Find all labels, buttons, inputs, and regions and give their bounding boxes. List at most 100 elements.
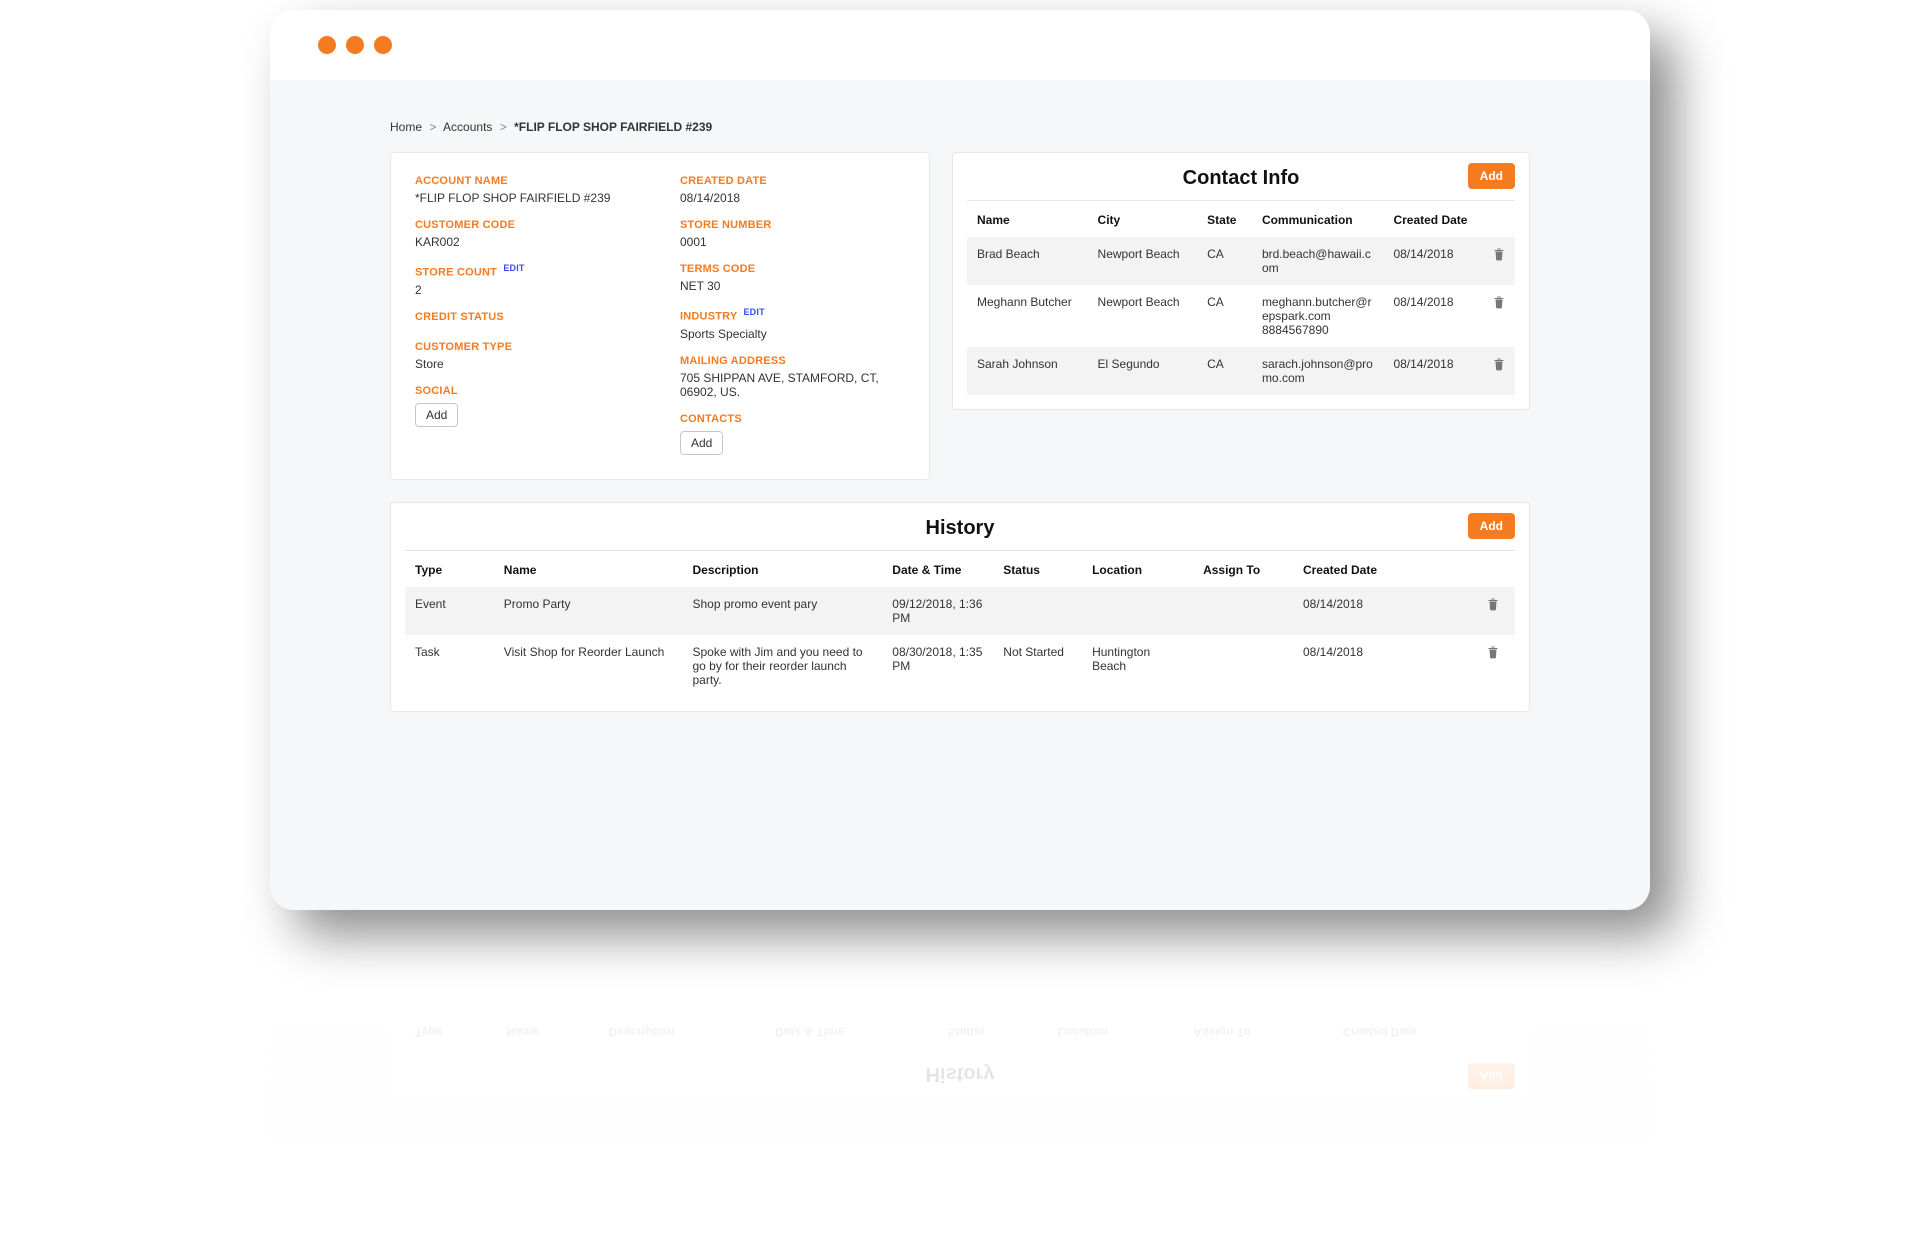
label: ACCOUNT NAME — [415, 175, 640, 187]
field-terms-code: TERMS CODE NET 30 — [680, 263, 905, 293]
col-city: City — [1088, 201, 1198, 237]
cell-created: 08/14/2018 — [1383, 347, 1482, 395]
add-contact-button[interactable]: Add — [1468, 163, 1515, 189]
col-type: Type — [405, 551, 494, 587]
field-industry: INDUSTRY EDIT Sports Specialty — [680, 307, 905, 341]
col-assign-to: Assign To — [1193, 551, 1293, 587]
add-social-button[interactable]: Add — [415, 403, 458, 427]
app-screen: Home > Accounts > *FLIP FLOP SHOP FAIRFI… — [270, 80, 1650, 910]
delete-row-button[interactable] — [1471, 635, 1515, 697]
table-row: Task Visit Shop for Reorder Launch Spoke… — [405, 635, 1515, 697]
label: CREATED DATE — [680, 175, 905, 187]
window-dot-icon — [374, 36, 392, 54]
breadcrumb-home[interactable]: Home — [390, 120, 422, 134]
label: STORE COUNT EDIT — [415, 263, 640, 279]
field-account-name: ACCOUNT NAME *FLIP FLOP SHOP FAIRFIELD #… — [415, 175, 640, 205]
contact-info-card: Contact Info Add Name City State Communi… — [952, 152, 1530, 410]
col-name: Name — [967, 201, 1088, 237]
value: Sports Specialty — [680, 327, 905, 341]
cell-created: 08/14/2018 — [1293, 587, 1471, 635]
cell-assign — [1193, 635, 1293, 697]
field-customer-type: CUSTOMER TYPE Store — [415, 341, 640, 371]
trash-icon — [1487, 645, 1499, 659]
window-dot-icon — [318, 36, 336, 54]
reflection-decoration: History Add TypeNameDescriptionDate & Ti… — [270, 910, 1650, 1210]
cell-created: 08/14/2018 — [1383, 237, 1482, 285]
browser-frame: Home > Accounts > *FLIP FLOP SHOP FAIRFI… — [270, 10, 1650, 910]
cell-datetime: 08/30/2018, 1:35 PM — [882, 635, 993, 697]
chevron-right-icon: > — [500, 120, 507, 134]
edit-link[interactable]: EDIT — [743, 307, 764, 317]
cell-created: 08/14/2018 — [1293, 635, 1471, 697]
col-description: Description — [682, 551, 882, 587]
label: MAILING ADDRESS — [680, 355, 905, 367]
delete-row-button[interactable] — [1482, 285, 1515, 347]
cell-type: Event — [405, 587, 494, 635]
col-location: Location — [1082, 551, 1193, 587]
cell-state: CA — [1197, 347, 1252, 395]
cell-desc: Shop promo event pary — [682, 587, 882, 635]
col-status: Status — [993, 551, 1082, 587]
cell-name: Meghann Butcher — [967, 285, 1088, 347]
cell-city: Newport Beach — [1088, 237, 1198, 285]
history-card: History Add Type Name Description Date &… — [390, 502, 1530, 712]
label: TERMS CODE — [680, 263, 905, 275]
value: 705 SHIPPAN AVE, STAMFORD, CT, 06902, US… — [680, 371, 905, 399]
breadcrumb-accounts[interactable]: Accounts — [443, 120, 492, 134]
col-created-date: Created Date — [1383, 201, 1482, 237]
table-row: Sarah Johnson El Segundo CA sarach.johns… — [967, 347, 1515, 395]
cell-state: CA — [1197, 237, 1252, 285]
field-contacts: CONTACTS Add — [680, 413, 905, 455]
col-datetime: Date & Time — [882, 551, 993, 587]
field-store-number: STORE NUMBER 0001 — [680, 219, 905, 249]
window-controls — [270, 10, 1650, 64]
breadcrumb-current: *FLIP FLOP SHOP FAIRFIELD #239 — [514, 120, 712, 134]
cell-name: Promo Party — [494, 587, 683, 635]
breadcrumb: Home > Accounts > *FLIP FLOP SHOP FAIRFI… — [390, 120, 1530, 134]
label: STORE NUMBER — [680, 219, 905, 231]
field-store-count: STORE COUNT EDIT 2 — [415, 263, 640, 297]
label: CUSTOMER TYPE — [415, 341, 640, 353]
cell-status — [993, 587, 1082, 635]
value: *FLIP FLOP SHOP FAIRFIELD #239 — [415, 191, 640, 205]
add-contacts-button[interactable]: Add — [680, 431, 723, 455]
contacts-table: Name City State Communication Created Da… — [967, 201, 1515, 395]
delete-row-button[interactable] — [1482, 237, 1515, 285]
field-created-date: CREATED DATE 08/14/2018 — [680, 175, 905, 205]
delete-row-button[interactable] — [1471, 587, 1515, 635]
delete-row-button[interactable] — [1482, 347, 1515, 395]
value: KAR002 — [415, 235, 640, 249]
window-dot-icon — [346, 36, 364, 54]
edit-link[interactable]: EDIT — [503, 263, 524, 273]
value: NET 30 — [680, 279, 905, 293]
cell-location — [1082, 587, 1193, 635]
label: CREDIT STATUS — [415, 311, 640, 323]
cell-communication: sarach.johnson@promo.com — [1252, 347, 1384, 395]
label: SOCIAL — [415, 385, 640, 397]
cell-name: Sarah Johnson — [967, 347, 1088, 395]
cell-city: Newport Beach — [1088, 285, 1198, 347]
cell-communication: meghann.butcher@repspark.com 8884567890 — [1252, 285, 1384, 347]
label: CUSTOMER CODE — [415, 219, 640, 231]
label-text: INDUSTRY — [680, 311, 737, 323]
account-details-card: ACCOUNT NAME *FLIP FLOP SHOP FAIRFIELD #… — [390, 152, 930, 480]
add-history-button[interactable]: Add — [1468, 513, 1515, 539]
field-social: SOCIAL Add — [415, 385, 640, 427]
col-name: Name — [494, 551, 683, 587]
trash-icon — [1493, 357, 1505, 371]
value: 08/14/2018 — [680, 191, 905, 205]
cell-assign — [1193, 587, 1293, 635]
col-created-date: Created Date — [1293, 551, 1471, 587]
trash-icon — [1487, 597, 1499, 611]
table-row: Event Promo Party Shop promo event pary … — [405, 587, 1515, 635]
cell-city: El Segundo — [1088, 347, 1198, 395]
col-communication: Communication — [1252, 201, 1384, 237]
label: INDUSTRY EDIT — [680, 307, 905, 323]
field-credit-status: CREDIT STATUS — [415, 311, 640, 327]
history-title: History — [405, 517, 1515, 540]
value: Store — [415, 357, 640, 371]
cell-name: Brad Beach — [967, 237, 1088, 285]
cell-type: Task — [405, 635, 494, 697]
label-text: STORE COUNT — [415, 267, 497, 279]
trash-icon — [1493, 295, 1505, 309]
